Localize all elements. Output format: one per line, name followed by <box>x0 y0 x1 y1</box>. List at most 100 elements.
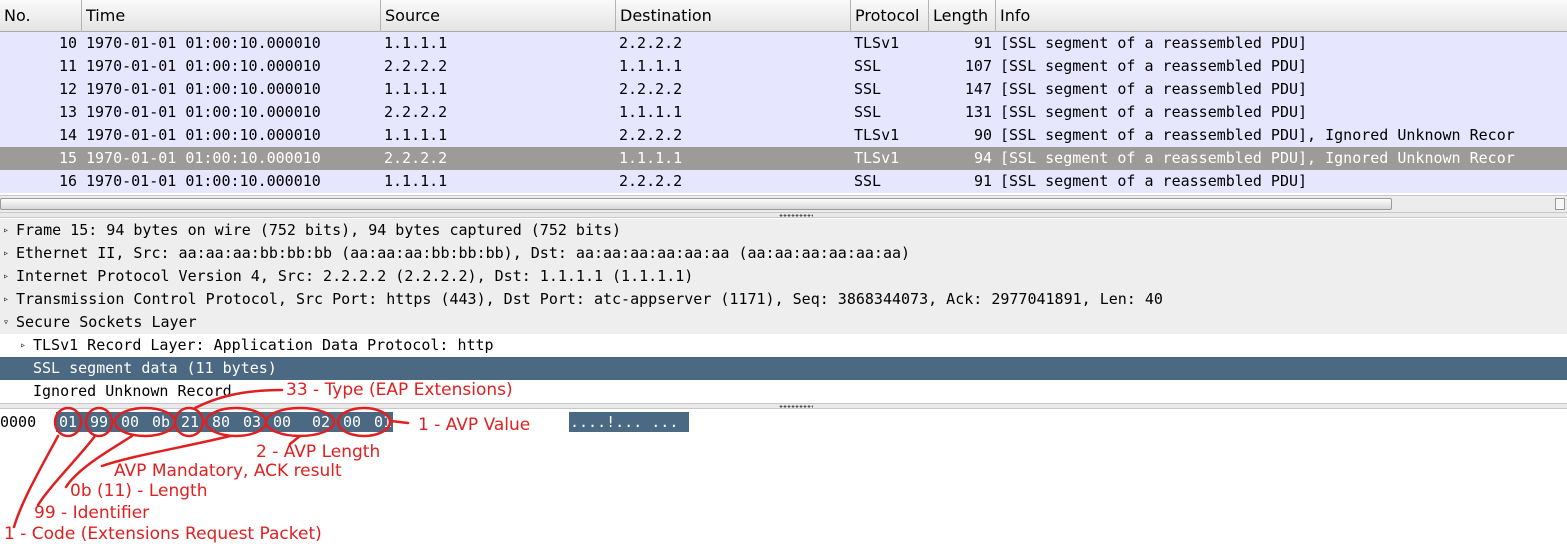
annotation-identifier: 99 - Identifier <box>34 503 150 523</box>
column-header-source[interactable]: Source <box>381 0 616 32</box>
packet-cell-destination: 1.1.1.1 <box>619 103 683 121</box>
byte-offset: 0000 <box>0 413 37 431</box>
splitter-grip-icon[interactable] <box>779 405 813 408</box>
packet-cell-no: 10 <box>58 34 77 52</box>
packet-cell-protocol: SSL <box>854 80 882 98</box>
packet-cell-source: 2.2.2.2 <box>384 149 448 167</box>
detail-tree-item[interactable]: ▹ TLSv1 Record Layer: Application Data Pr… <box>0 334 1567 357</box>
packet-row[interactable]: 10 1970-01-01 01:00:10.000010 1.1.1.1 2.2.2… <box>0 32 1567 55</box>
hex-byte[interactable]: 21 <box>178 412 209 432</box>
detail-tree-item[interactable]: SSL segment data (11 bytes) <box>0 357 1567 380</box>
detail-tree-item[interactable]: ▹ Ethernet II, Src: aa:aa:aa:bb:bb:bb (aa… <box>0 242 1567 265</box>
detail-tree-item[interactable]: Ignored Unknown Record <box>0 380 1567 403</box>
packet-cell-no: 11 <box>58 57 77 75</box>
packet-row[interactable]: 14 1970-01-01 01:00:10.000010 1.1.1.1 2.2.2… <box>0 124 1567 147</box>
packet-row[interactable]: 12 1970-01-01 01:00:10.000010 1.1.1.1 2.2.2… <box>0 78 1567 101</box>
expander-expanded-icon[interactable]: ▿ <box>1 311 11 334</box>
expander-collapsed-icon[interactable]: ▹ <box>1 265 11 288</box>
splitter-grip-icon[interactable] <box>779 214 813 217</box>
detail-tree-label: Ignored Unknown Record <box>33 382 232 400</box>
packet-cell-info: [SSL segment of a reassembled PDU], Igno… <box>1000 149 1515 167</box>
packet-cell-source: 1.1.1.1 <box>384 80 448 98</box>
packet-cell-time: 1970-01-01 01:00:10.000010 <box>86 126 321 144</box>
packet-cell-no: 15 <box>58 149 77 167</box>
packet-cell-info: [SSL segment of a reassembled PDU] <box>1000 80 1308 98</box>
packet-cell-info: [SSL segment of a reassembled PDU] <box>1000 103 1308 121</box>
packet-cell-length: 107 <box>964 57 992 75</box>
column-header-protocol[interactable]: Protocol <box>851 0 929 32</box>
hex-byte[interactable]: 01 <box>371 412 393 432</box>
packet-cell-no: 16 <box>58 172 77 190</box>
packet-cell-destination: 2.2.2.2 <box>619 172 683 190</box>
packet-cell-time: 1970-01-01 01:00:10.000010 <box>86 80 321 98</box>
annotation-avp-length: 2 - AVP Length <box>256 442 381 462</box>
packet-cell-protocol: SSL <box>854 103 882 121</box>
packet-row[interactable]: 13 1970-01-01 01:00:10.000010 2.2.2.2 1.1.1… <box>0 101 1567 124</box>
detail-tree-label: TLSv1 Record Layer: Application Data Pro… <box>33 336 494 354</box>
packet-list[interactable]: No. Time Source Destination Protocol Len… <box>0 0 1567 212</box>
packet-details-tree[interactable]: ▹ Frame 15: 94 bytes on wire (752 bits), … <box>0 219 1567 403</box>
ascii-dump[interactable]: ....!... ... <box>569 412 689 432</box>
packet-cell-no: 12 <box>58 80 77 98</box>
scrollbar-thumb[interactable] <box>0 198 1392 210</box>
expander-collapsed-icon[interactable]: ▹ <box>18 334 28 357</box>
column-header-time[interactable]: Time <box>82 0 381 32</box>
hex-byte[interactable]: 00 <box>118 412 149 432</box>
expander-collapsed-icon[interactable]: ▹ <box>1 219 11 242</box>
packet-cell-time: 1970-01-01 01:00:10.000010 <box>86 172 321 190</box>
detail-tree-item[interactable]: ▹ Frame 15: 94 bytes on wire (752 bits), … <box>0 219 1567 242</box>
packet-cell-info: [SSL segment of a reassembled PDU] <box>1000 57 1308 75</box>
detail-tree-label: Transmission Control Protocol, Src Port:… <box>16 290 1163 308</box>
column-header-destination[interactable]: Destination <box>616 0 851 32</box>
packet-cell-destination: 1.1.1.1 <box>619 149 683 167</box>
packet-cell-source: 1.1.1.1 <box>384 172 448 190</box>
packet-cell-source: 2.2.2.2 <box>384 103 448 121</box>
packet-cell-info: [SSL segment of a reassembled PDU], Igno… <box>1000 126 1515 144</box>
hex-byte[interactable]: 0b <box>149 412 178 432</box>
packet-cell-protocol: SSL <box>854 57 882 75</box>
packet-cell-source: 1.1.1.1 <box>384 126 448 144</box>
hex-byte[interactable]: 99 <box>87 412 118 432</box>
packet-cell-time: 1970-01-01 01:00:10.000010 <box>86 57 321 75</box>
packet-cell-length: 91 <box>973 34 992 52</box>
annotation-type: 33 - Type (EAP Extensions) <box>286 380 513 400</box>
column-header-bar: No. Time Source Destination Protocol Len… <box>0 0 1567 32</box>
pane-splitter-top[interactable] <box>0 212 1567 218</box>
hex-byte[interactable]: 00 <box>270 412 309 432</box>
packet-cell-protocol: TLSv1 <box>854 126 900 144</box>
hex-byte[interactable]: 80 <box>209 412 240 432</box>
scrollbar-end <box>1555 198 1565 210</box>
detail-tree-item[interactable]: ▹ Transmission Control Protocol, Src Port… <box>0 288 1567 311</box>
detail-tree-item[interactable]: ▿ Secure Sockets Layer <box>0 311 1567 334</box>
packet-cell-time: 1970-01-01 01:00:10.000010 <box>86 34 321 52</box>
packet-cell-length: 147 <box>964 80 992 98</box>
packet-cell-destination: 2.2.2.2 <box>619 80 683 98</box>
detail-tree-label: Frame 15: 94 bytes on wire (752 bits), 9… <box>16 221 622 239</box>
expander-collapsed-icon[interactable]: ▹ <box>1 288 11 311</box>
annotation-code: 1 - Code (Extensions Request Packet) <box>4 524 322 544</box>
hex-byte[interactable]: 03 <box>240 412 270 432</box>
packet-cell-length: 90 <box>973 126 992 144</box>
hex-byte[interactable]: 02 <box>309 412 340 432</box>
annotation-length: 0b (11) - Length <box>70 481 208 501</box>
column-header-no[interactable]: No. <box>0 0 82 32</box>
hex-byte[interactable]: 00 <box>340 412 371 432</box>
packet-row[interactable]: 16 1970-01-01 01:00:10.000010 1.1.1.1 2.2.2… <box>0 170 1567 193</box>
packet-cell-info: [SSL segment of a reassembled PDU] <box>1000 172 1308 190</box>
packet-row[interactable]: 15 1970-01-01 01:00:10.000010 2.2.2.2 1.1.1… <box>0 147 1567 170</box>
packet-cell-length: 91 <box>973 172 992 190</box>
packet-cell-info: [SSL segment of a reassembled PDU] <box>1000 34 1308 52</box>
packet-cell-time: 1970-01-01 01:00:10.000010 <box>86 149 321 167</box>
packet-list-horizontal-scrollbar[interactable] <box>0 195 1567 212</box>
hex-byte[interactable]: 01 <box>56 412 87 432</box>
packet-row[interactable]: 11 1970-01-01 01:00:10.000010 2.2.2.2 1.1.1… <box>0 55 1567 78</box>
column-header-length[interactable]: Length <box>929 0 996 32</box>
packet-cell-no: 14 <box>58 126 77 144</box>
packet-cell-protocol: SSL <box>854 172 882 190</box>
expander-collapsed-icon[interactable]: ▹ <box>1 242 11 265</box>
column-header-info[interactable]: Info <box>996 0 1567 32</box>
packet-cell-source: 1.1.1.1 <box>384 34 448 52</box>
packet-cell-length: 94 <box>973 149 992 167</box>
detail-tree-item[interactable]: ▹ Internet Protocol Version 4, Src: 2.2.2… <box>0 265 1567 288</box>
detail-tree-label: Secure Sockets Layer <box>16 313 197 331</box>
